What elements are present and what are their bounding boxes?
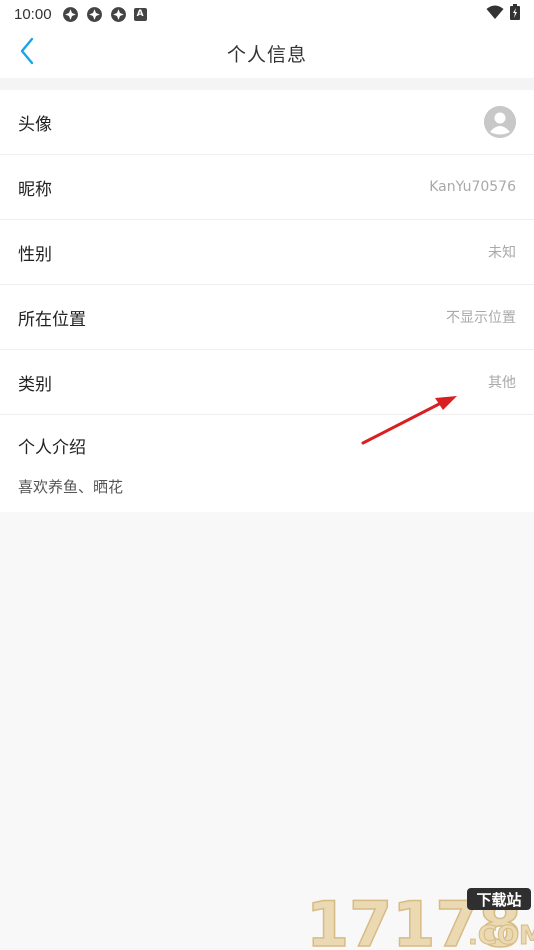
avatar[interactable] [484, 106, 516, 138]
page-title: 个人信息 [226, 43, 307, 66]
row-value: 未知 [488, 245, 516, 261]
row-value: 其他 [488, 375, 516, 391]
back-button[interactable] [12, 37, 42, 69]
app-icon [110, 6, 127, 23]
a-badge-letter: A [136, 9, 144, 19]
status-right [486, 4, 520, 24]
row-value: KanYu70576 [429, 179, 516, 195]
app-icon [86, 6, 103, 23]
row-location[interactable]: 所在位置 不显示位置 [0, 285, 534, 350]
row-label: 性别 [18, 244, 52, 265]
a-badge-icon: A [133, 7, 147, 21]
watermark-domain: .COM [468, 921, 534, 950]
chevron-left-icon [19, 37, 35, 69]
row-label: 头像 [18, 114, 52, 135]
battery-icon [510, 4, 520, 24]
user-placeholder-icon [484, 106, 516, 138]
status-bar: 10:00 A [0, 0, 534, 28]
row-label: 昵称 [18, 179, 52, 200]
row-value: 不显示位置 [446, 310, 516, 326]
row-nickname[interactable]: 昵称 KanYu70576 [0, 155, 534, 220]
app-header: 个人信息 [0, 28, 534, 78]
status-time: 10:00 [14, 5, 52, 23]
row-label: 类别 [18, 374, 52, 395]
intro-text: 喜欢养鱼、晒花 [18, 478, 124, 496]
row-avatar[interactable]: 头像 [0, 90, 534, 155]
app-icon [62, 6, 79, 23]
section-divider [0, 78, 534, 90]
annotation-arrow-icon [361, 396, 457, 445]
watermark-logo: 17178 下载站 .COM [305, 887, 534, 950]
row-label: 所在位置 [18, 309, 86, 330]
row-gender[interactable]: 性别 未知 [0, 220, 534, 285]
wifi-icon [486, 5, 504, 24]
watermark-badge: 下载站 [476, 891, 521, 909]
